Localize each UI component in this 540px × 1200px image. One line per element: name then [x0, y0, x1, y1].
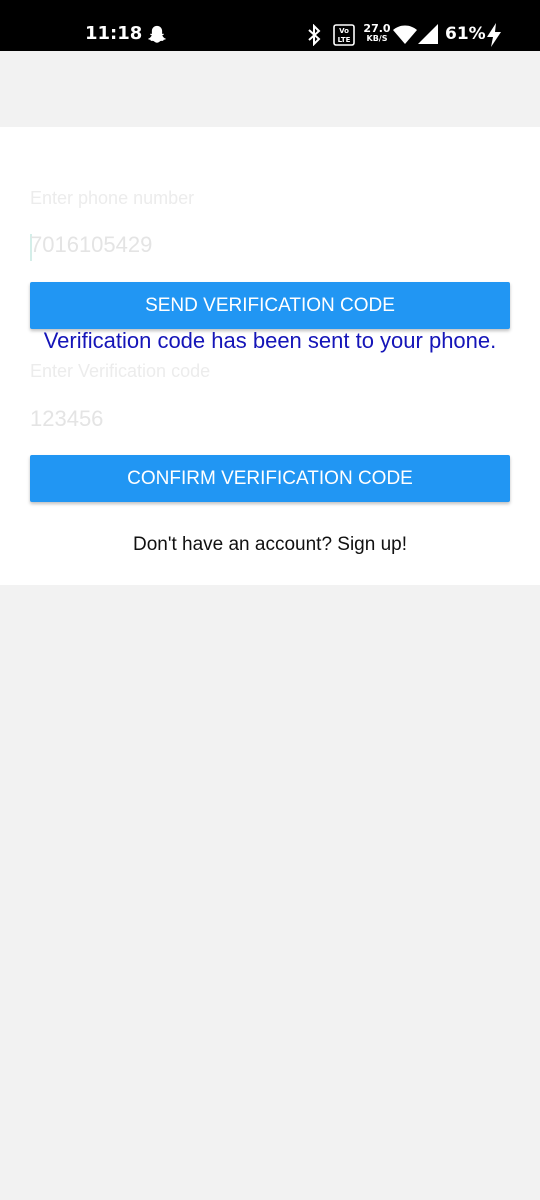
- wifi-icon: [393, 25, 417, 44]
- login-card: Enter phone number 7016105429 SEND VERIF…: [0, 127, 540, 585]
- clock: 11:18: [85, 23, 143, 44]
- network-speed: 27.0 KB/S: [363, 23, 391, 43]
- bluetooth-icon: [308, 24, 321, 46]
- snapchat-icon: [148, 25, 166, 43]
- toast-message: Verification code has been sent to your …: [30, 325, 510, 356]
- send-verification-code-button[interactable]: SEND VERIFICATION CODE: [30, 282, 510, 329]
- signup-link[interactable]: Don't have an account? Sign up!: [0, 534, 540, 556]
- network-speed-unit: KB/S: [366, 34, 388, 43]
- verification-code-label: Enter Verification code: [30, 361, 211, 381]
- phone-label: Enter phone number: [30, 188, 195, 208]
- phone-input[interactable]: 7016105429: [30, 232, 152, 258]
- svg-text:Vo: Vo: [339, 27, 349, 35]
- toast-text: Verification code has been sent to your …: [43, 328, 497, 353]
- verification-code-input[interactable]: 123456: [30, 406, 103, 432]
- confirm-verification-code-button[interactable]: CONFIRM VERIFICATION CODE: [30, 455, 510, 502]
- svg-text:LTE: LTE: [338, 36, 351, 44]
- volte-icon: Vo LTE: [333, 24, 355, 46]
- network-speed-value: 27.0: [363, 22, 391, 35]
- signal-icon: [418, 24, 438, 44]
- charging-icon: [487, 23, 501, 47]
- battery-level: 61%: [445, 24, 486, 44]
- status-bar: 11:18 Vo LTE 27.0 KB/S 61%: [0, 0, 540, 51]
